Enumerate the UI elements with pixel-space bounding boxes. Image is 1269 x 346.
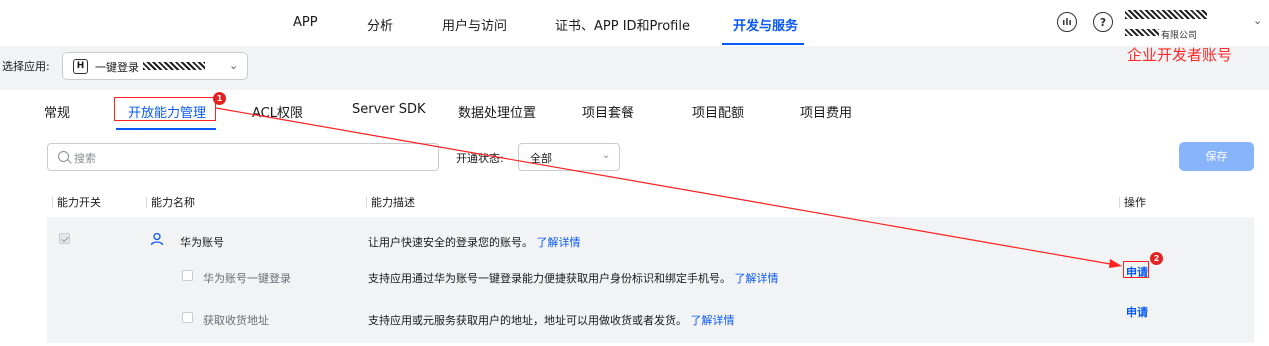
apply-button[interactable]: 申请 — [1126, 304, 1148, 320]
capability-toggle-checkbox[interactable] — [182, 312, 193, 323]
capability-toggle-checkbox[interactable] — [59, 233, 70, 244]
nav-active-underline — [722, 43, 804, 45]
top-nav: APP 分析 用户与访问 证书、APP ID和Profile 开发与服务 ? 有… — [0, 0, 1269, 46]
status-filter-label: 开通状态: — [456, 152, 504, 165]
app-name: 一键登录 — [95, 61, 139, 74]
search-input[interactable]: 搜索 — [47, 143, 439, 171]
capability-desc: 支持应用通过华为账号一键登录能力便捷获取用户身份标识和绑定手机号。 了解详情 — [368, 272, 779, 285]
status-filter-select[interactable]: 全部 ⌄ — [518, 143, 620, 171]
save-button[interactable]: 保存 — [1179, 142, 1254, 171]
enterprise-account-annotation: 企业开发者账号 — [1127, 46, 1233, 64]
tab-data-location[interactable]: 数据处理位置 — [458, 102, 536, 121]
learn-more-link[interactable]: 了解详情 — [735, 272, 779, 285]
nav-item-dev-services[interactable]: 开发与服务 — [733, 15, 798, 34]
search-placeholder: 搜索 — [74, 152, 96, 165]
console-root: APP 分析 用户与访问 证书、APP ID和Profile 开发与服务 ? 有… — [0, 0, 1269, 346]
capability-desc: 让用户快速安全的登录您的账号。 了解详情 — [368, 236, 581, 249]
annotation-marker-1: 1 — [213, 92, 226, 105]
learn-more-link[interactable]: 了解详情 — [537, 236, 581, 249]
feedback-icon[interactable] — [1057, 12, 1077, 32]
nav-item-certificates[interactable]: 证书、APP ID和Profile — [555, 15, 690, 34]
account-name-redacted — [1125, 10, 1207, 19]
chevron-down-icon[interactable]: ⌄ — [1253, 14, 1262, 27]
select-app-label: 选择应用: — [2, 60, 50, 73]
learn-more-link[interactable]: 了解详情 — [691, 314, 735, 327]
annotation-box-tab — [114, 97, 216, 121]
nav-item-users-access[interactable]: 用户与访问 — [442, 15, 507, 34]
tab-server-sdk[interactable]: Server SDK — [352, 102, 426, 117]
tab-active-underline — [116, 128, 216, 130]
header-description: 能力描述 — [366, 197, 415, 208]
annotation-marker-2: 2 — [1150, 252, 1163, 265]
capability-desc: 支持应用或元服务获取用户的地址，地址可以用做收货或者发货。 了解详情 — [368, 314, 735, 327]
nav-item-app[interactable]: APP — [293, 15, 318, 30]
user-icon — [150, 232, 164, 246]
header-toggle: 能力开关 — [52, 197, 101, 208]
tab-general[interactable]: 常规 — [44, 102, 70, 121]
annotation-box-apply — [1123, 261, 1149, 278]
app-badge-icon: H — [73, 59, 88, 74]
app-select-dropdown[interactable]: H 一键登录 ⌄ — [62, 52, 248, 80]
help-icon[interactable]: ? — [1093, 12, 1113, 32]
chevron-down-icon: ⌄ — [229, 59, 239, 72]
header-action: 操作 — [1119, 197, 1146, 208]
company-name-redacted — [1125, 29, 1159, 36]
nav-item-analytics[interactable]: 分析 — [367, 15, 393, 34]
search-icon — [58, 151, 69, 162]
capability-name: 获取收货地址 — [203, 314, 269, 327]
capability-toggle-checkbox[interactable] — [182, 270, 193, 281]
company-suffix: 有限公司 — [1161, 31, 1198, 41]
status-filter-value: 全部 — [530, 152, 552, 165]
capability-name: 华为账号一键登录 — [203, 272, 291, 285]
capability-name: 华为账号 — [180, 236, 224, 249]
header-name: 能力名称 — [146, 197, 195, 208]
chevron-down-icon: ⌄ — [602, 150, 611, 161]
app-name-redacted — [143, 62, 205, 70]
tab-package[interactable]: 项目套餐 — [582, 102, 634, 121]
tab-acl[interactable]: ACL权限 — [252, 102, 303, 121]
tab-quota[interactable]: 项目配额 — [692, 102, 744, 121]
tab-cost[interactable]: 项目费用 — [800, 102, 852, 121]
